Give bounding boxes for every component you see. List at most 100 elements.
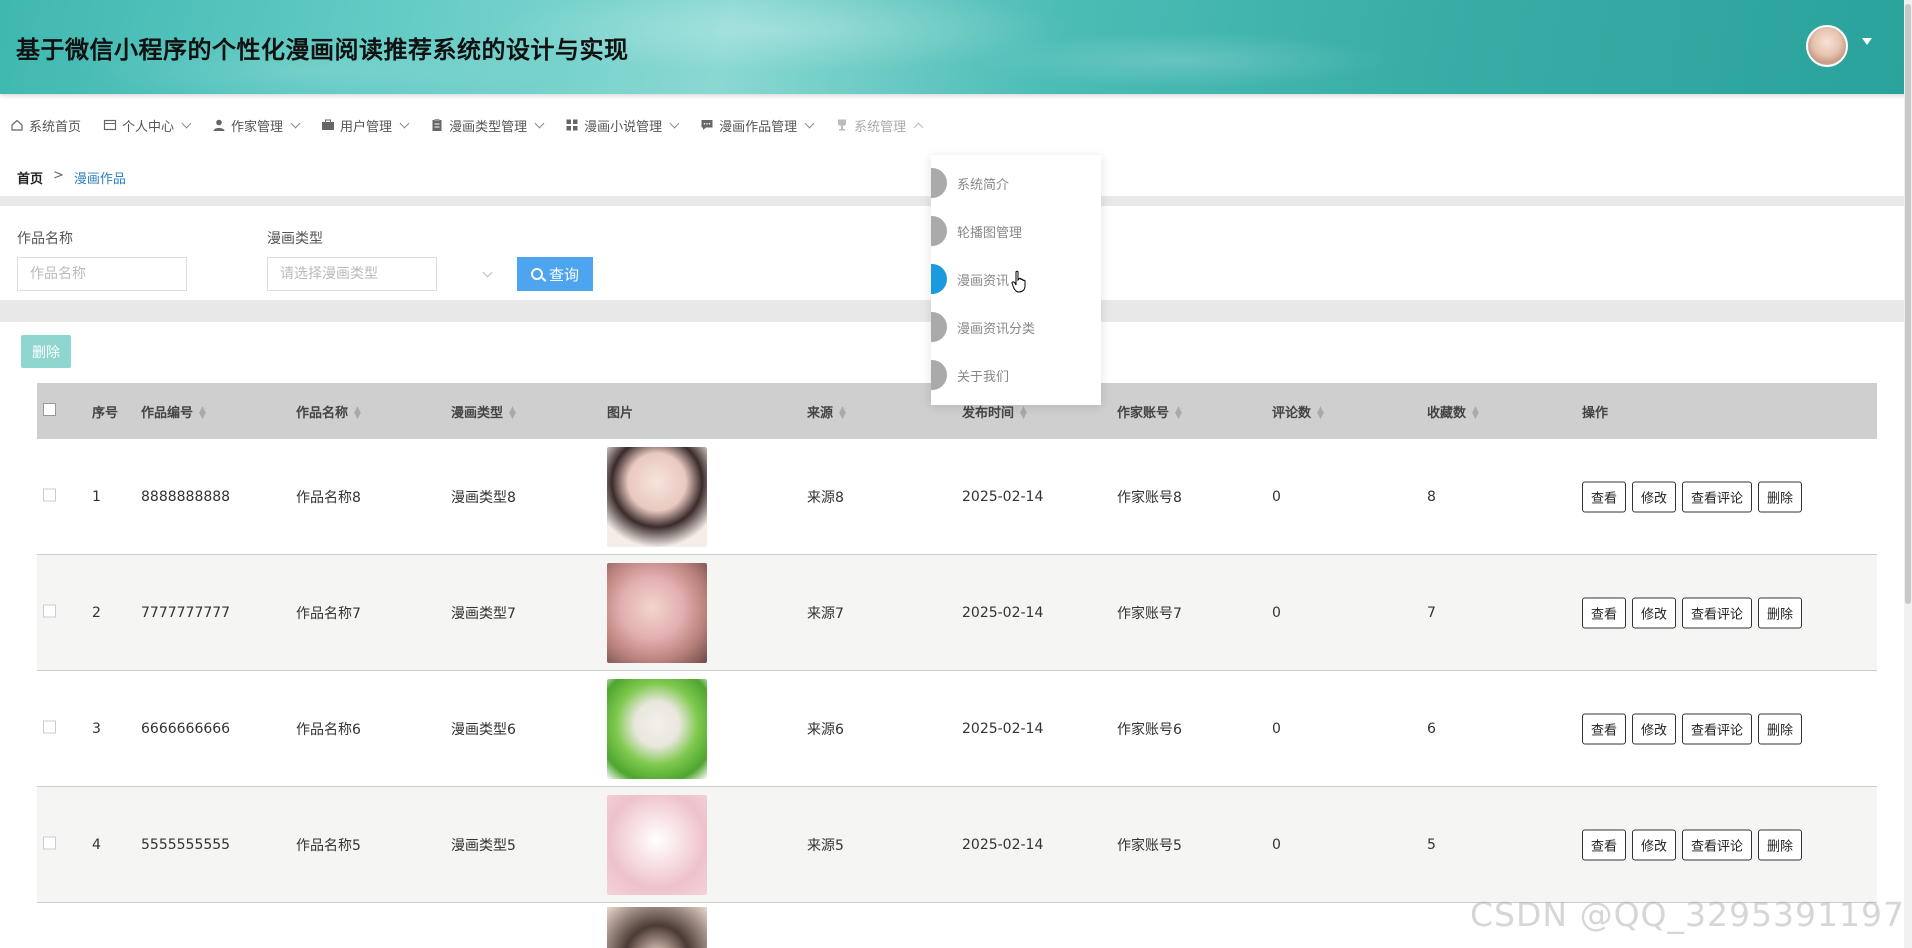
app-title: 基于微信小程序的个性化漫画阅读推荐系统的设计与实现	[16, 36, 629, 64]
col-type[interactable]: 漫画类型 ▲ ▼	[451, 402, 516, 421]
nav-item-system-management[interactable]: 系统管理	[835, 108, 924, 142]
cell-image[interactable]	[607, 678, 707, 779]
sort-icon: ▲ ▼	[1020, 405, 1027, 421]
nav-item-comic-type-management[interactable]: 漫画类型管理	[430, 108, 545, 142]
sort-icon: ▲ ▼	[354, 405, 361, 421]
cell-comments: 0	[1272, 720, 1281, 737]
dropdown-item-comic-news[interactable]: 漫画资讯	[931, 264, 1009, 294]
briefcase-icon	[322, 119, 335, 130]
cell-type: 漫画类型8	[451, 489, 516, 506]
col-favorites[interactable]: 收藏数 ▲ ▼	[1427, 402, 1479, 421]
view-comments-button[interactable]: 查看评论	[1682, 597, 1753, 628]
cell-image[interactable]	[607, 794, 707, 895]
cell-image[interactable]	[607, 446, 707, 547]
name-search-input[interactable]	[17, 257, 187, 291]
type-select[interactable]	[267, 257, 437, 291]
row-checkbox[interactable]	[43, 488, 56, 505]
view-comments-button[interactable]: 查看评论	[1682, 829, 1753, 860]
avatar[interactable]	[1806, 25, 1848, 67]
scrollbar-thumb[interactable]	[1905, 4, 1911, 604]
select-all-checkbox[interactable]	[43, 402, 56, 420]
chevron-down-icon	[399, 118, 410, 128]
sort-icon: ▲ ▼	[509, 405, 516, 421]
table-row: 2 7777777777 作品名称7 漫画类型7 来源7 2025-02-14 …	[37, 555, 1877, 671]
cell-type: 漫画类型6	[451, 721, 516, 738]
dropdown-item-system-intro[interactable]: 系统简介	[931, 168, 1009, 198]
row-actions: 查看 修改 查看评论 删除	[1582, 597, 1803, 628]
chevron-down-icon	[290, 118, 301, 128]
cell-date: 2025-02-14	[962, 836, 1044, 853]
edit-button[interactable]: 修改	[1632, 481, 1677, 512]
cell-favorites: 7	[1427, 604, 1436, 621]
edit-button[interactable]: 修改	[1632, 597, 1677, 628]
grid-icon	[566, 119, 578, 131]
chevron-down-icon[interactable]	[482, 267, 493, 278]
nav-item-personal-center[interactable]: 个人中心	[103, 108, 192, 142]
id-card-icon	[103, 119, 117, 131]
col-comments[interactable]: 评论数 ▲ ▼	[1272, 402, 1324, 421]
col-source[interactable]: 来源 ▲ ▼	[807, 402, 846, 421]
view-comments-button[interactable]: 查看评论	[1682, 713, 1753, 744]
nav-item-user-management[interactable]: 用户管理	[321, 108, 410, 142]
top-nav: 系统首页 个人中心 作家管理 用户管理 漫画类型管理 漫画小说管理 漫画作品管理…	[0, 108, 934, 142]
caret-down-icon[interactable]	[1862, 38, 1872, 45]
cell-author: 作家账号5	[1117, 837, 1182, 854]
delete-button[interactable]: 删除	[1758, 713, 1803, 744]
works-table: 序号 作品编号 ▲ ▼ 作品名称 ▲ ▼ 漫画类型 ▲ ▼ 图片 来源 ▲ ▼ 发布时间 ▲ ▼ 作…	[37, 383, 1877, 948]
nav-label: 系统首页	[29, 119, 82, 135]
dropdown-item-news-category[interactable]: 漫画资讯分类	[931, 312, 1035, 342]
row-checkbox[interactable]	[43, 720, 56, 737]
table-row: 1 8888888888 作品名称8 漫画类型8 来源8 2025-02-14 …	[37, 439, 1877, 555]
col-code[interactable]: 作品编号 ▲ ▼	[141, 402, 206, 421]
dropdown-item-about-us[interactable]: 关于我们	[931, 360, 1009, 390]
view-button[interactable]: 查看	[1582, 597, 1627, 628]
cell-image[interactable]	[607, 907, 707, 948]
nav-item-comic-works-management[interactable]: 漫画作品管理	[700, 108, 815, 142]
sort-icon: ▲ ▼	[839, 405, 846, 421]
cell-source: 来源5	[807, 837, 844, 854]
row-checkbox[interactable]	[43, 604, 56, 621]
view-button[interactable]: 查看	[1582, 481, 1627, 512]
cell-index: 3	[92, 720, 101, 737]
nav-item-comic-novel-management[interactable]: 漫画小说管理	[565, 108, 680, 142]
row-checkbox[interactable]	[43, 836, 56, 853]
user-icon	[213, 119, 225, 131]
view-button[interactable]: 查看	[1582, 713, 1627, 744]
batch-delete-button[interactable]: 删除	[21, 335, 71, 368]
breadcrumb-current: 漫画作品	[73, 172, 126, 187]
nav-item-author-management[interactable]: 作家管理	[212, 108, 301, 142]
cell-comments: 0	[1272, 488, 1281, 505]
query-button[interactable]: 查询	[517, 257, 593, 291]
cell-author: 作家账号6	[1117, 721, 1182, 738]
view-comments-button[interactable]: 查看评论	[1682, 481, 1753, 512]
cell-code: 5555555555	[141, 836, 231, 853]
nav-item-home[interactable]: 系统首页	[10, 108, 81, 142]
view-button[interactable]: 查看	[1582, 829, 1627, 860]
scrollbar[interactable]	[1904, 0, 1912, 948]
edit-button[interactable]: 修改	[1632, 829, 1677, 860]
nav-label: 漫画类型管理	[449, 119, 528, 135]
row-actions: 查看 修改 查看评论 删除	[1582, 713, 1803, 744]
cell-favorites: 5	[1427, 836, 1436, 853]
dropdown-item-carousel[interactable]: 轮播图管理	[931, 216, 1022, 246]
cell-image[interactable]	[607, 562, 707, 663]
delete-button[interactable]: 删除	[1758, 829, 1803, 860]
col-author[interactable]: 作家账号 ▲ ▼	[1117, 402, 1182, 421]
edit-button[interactable]: 修改	[1632, 713, 1677, 744]
app-header: 基于微信小程序的个性化漫画阅读推荐系统的设计与实现	[0, 0, 1912, 94]
col-name[interactable]: 作品名称 ▲ ▼	[296, 402, 361, 421]
delete-button[interactable]: 删除	[1758, 597, 1803, 628]
cell-code: 8888888888	[141, 488, 231, 505]
breadcrumb-home[interactable]: 首页	[17, 168, 43, 187]
breadcrumb-separator: >	[53, 168, 64, 183]
chevron-up-icon	[913, 122, 924, 132]
nav-label: 漫画作品管理	[719, 119, 798, 135]
nav-label: 个人中心	[122, 119, 175, 135]
cell-code: 6666666666	[141, 720, 231, 737]
nav-label: 作家管理	[231, 119, 284, 135]
delete-button[interactable]: 删除	[1758, 481, 1803, 512]
nav-label: 系统管理	[854, 119, 907, 135]
sort-icon: ▲ ▼	[1175, 405, 1182, 421]
chevron-down-icon	[669, 118, 680, 128]
search-icon	[530, 268, 543, 280]
